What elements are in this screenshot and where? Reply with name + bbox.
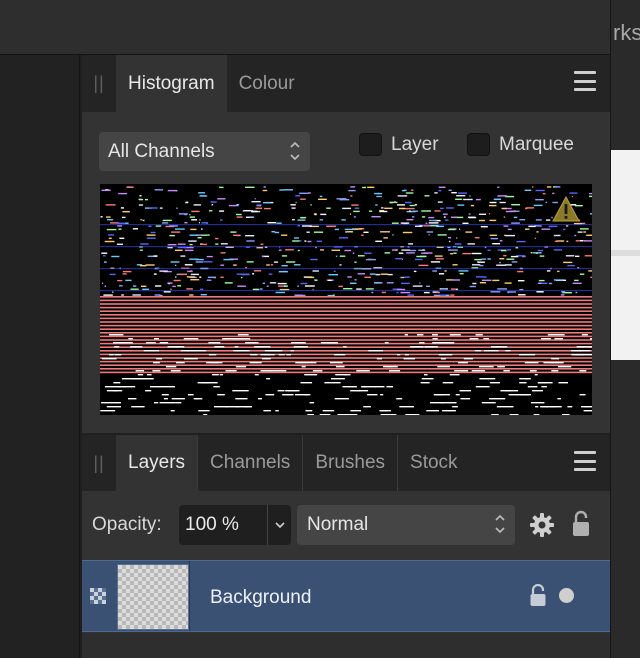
- layers-panel: || Layers Channels Brushes Stock Opacity…: [82, 435, 610, 658]
- marquee-checkbox-row[interactable]: Marquee: [467, 133, 574, 156]
- layer-checkbox-label: Layer: [391, 133, 439, 155]
- layer-lock-icon[interactable]: [529, 583, 547, 613]
- panel-menu-icon[interactable]: [574, 451, 596, 471]
- marquee-checkbox[interactable]: [467, 133, 490, 156]
- blend-mode-select[interactable]: Normal: [297, 505, 515, 545]
- blend-mode-value: Normal: [307, 514, 369, 535]
- pixel-layer-icon: [90, 588, 106, 609]
- gear-icon[interactable]: [529, 512, 555, 543]
- document-title: rks: [613, 20, 640, 45]
- histogram-tab-bar: || Histogram Colour: [82, 55, 610, 112]
- histogram-graph: [100, 186, 592, 415]
- tab-channels[interactable]: Channels: [198, 435, 304, 491]
- tab-histogram[interactable]: Histogram: [116, 55, 227, 112]
- layer-checkbox[interactable]: [359, 133, 382, 156]
- layer-name[interactable]: Background: [210, 587, 311, 609]
- opacity-label: Opacity:: [92, 514, 162, 535]
- tab-colour[interactable]: Colour: [227, 55, 307, 112]
- document-canvas: [611, 150, 640, 360]
- updown-chevron-icon: [290, 140, 300, 162]
- channel-select[interactable]: All Channels: [99, 132, 310, 171]
- tab-stock[interactable]: Stock: [398, 435, 470, 491]
- panel-menu-icon[interactable]: [574, 71, 596, 91]
- warning-triangle-icon: [552, 195, 580, 227]
- document-area: rks: [610, 0, 640, 658]
- layer-visibility-icon[interactable]: [559, 588, 574, 603]
- histogram-display: [100, 184, 592, 415]
- layer-checkbox-row[interactable]: Layer: [359, 133, 439, 156]
- layers-list-empty-area: [82, 633, 610, 658]
- top-toolbar: [0, 0, 610, 55]
- panel-grip-icon[interactable]: ||: [82, 55, 116, 112]
- tab-brushes[interactable]: Brushes: [303, 435, 399, 491]
- opacity-field[interactable]: 100 %: [179, 505, 291, 545]
- layer-row-background[interactable]: Background: [82, 560, 610, 632]
- panel-grip-icon[interactable]: ||: [82, 435, 116, 491]
- layer-thumbnail[interactable]: [117, 564, 189, 630]
- lock-icon[interactable]: [571, 510, 591, 543]
- channel-select-value: All Channels: [108, 140, 215, 162]
- tab-layers[interactable]: Layers: [116, 435, 199, 491]
- histogram-panel: || Histogram Colour All Channels Layer M…: [82, 55, 610, 433]
- marquee-checkbox-label: Marquee: [499, 133, 574, 155]
- opacity-value[interactable]: 100 %: [179, 505, 267, 545]
- layers-tab-bar: || Layers Channels Brushes Stock: [82, 435, 610, 491]
- chevron-down-icon[interactable]: [267, 505, 291, 545]
- updown-chevron-icon: [495, 513, 505, 535]
- left-gutter: [0, 55, 80, 658]
